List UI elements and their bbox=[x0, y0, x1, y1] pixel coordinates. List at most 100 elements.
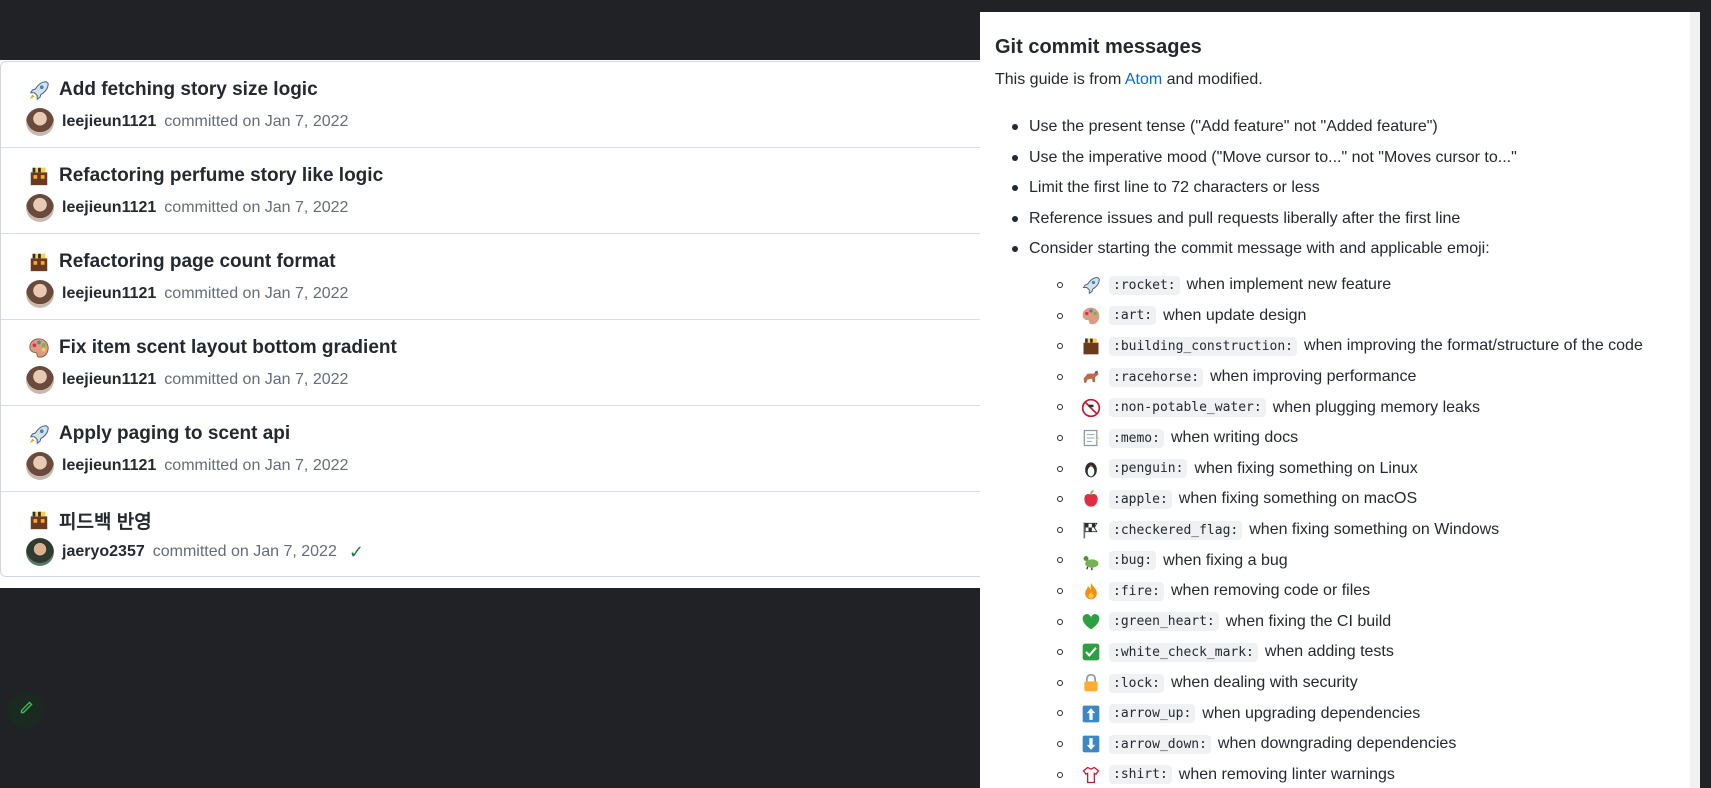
author-link[interactable]: leejieun1121 bbox=[62, 371, 156, 389]
commit-date: committed on Jan 7, 2022 bbox=[164, 457, 349, 474]
emoji-item: :rocket: when implement new feature bbox=[995, 270, 1643, 301]
author-link[interactable]: leejieun1121 bbox=[62, 199, 156, 217]
avatar[interactable] bbox=[26, 452, 54, 480]
rules-list: Use the present tense ("Add feature" not… bbox=[995, 112, 1517, 265]
commit-meta: leejieun1121 committed on Jan 7, 2022 bbox=[26, 108, 348, 136]
commit-title-row: 피드백 반영 bbox=[26, 506, 152, 534]
rocket-icon bbox=[1080, 274, 1102, 296]
emoji-code: :lock: bbox=[1109, 673, 1164, 693]
commit-title-row: Refactoring page count format bbox=[26, 248, 336, 276]
author-link[interactable]: leejieun1121 bbox=[62, 285, 156, 303]
emoji-code: :checkered_flag: bbox=[1109, 520, 1243, 540]
emoji-desc: when fixing something on Windows bbox=[1249, 521, 1500, 539]
emoji-item: :bug: when fixing a bug bbox=[995, 545, 1643, 576]
fire-icon bbox=[1080, 580, 1102, 602]
commit-row: Add fetching story size logic leejieun11… bbox=[1, 62, 999, 148]
emoji-code: :penguin: bbox=[1109, 459, 1188, 479]
emoji-code: :art: bbox=[1109, 306, 1157, 326]
guide-intro: This guide is from Atom and modified. bbox=[995, 71, 1263, 89]
rule-item: Reference issues and pull requests liber… bbox=[995, 204, 1517, 235]
commit-date: committed on Jan 7, 2022 bbox=[152, 543, 337, 560]
emoji-desc: when fixing something on Linux bbox=[1194, 459, 1418, 477]
apple-icon bbox=[1080, 488, 1102, 510]
rocket-icon bbox=[26, 422, 51, 447]
scrollbar[interactable] bbox=[1690, 12, 1700, 788]
commit-message-link[interactable]: Apply paging to scent api bbox=[59, 423, 290, 445]
white-check-mark-icon bbox=[1080, 641, 1102, 663]
author-link[interactable]: jaeryo2357 bbox=[62, 543, 145, 561]
arrow-down-icon bbox=[1080, 733, 1102, 755]
emoji-code: :apple: bbox=[1109, 489, 1172, 509]
commit-date: committed on Jan 7, 2022 bbox=[164, 371, 349, 388]
bug-icon bbox=[1080, 550, 1102, 572]
non-potable-water-icon bbox=[1080, 397, 1102, 419]
commit-row: Refactoring perfume story like logic lee… bbox=[1, 148, 999, 234]
commit-title-row: Refactoring perfume story like logic bbox=[26, 162, 383, 190]
commit-row: Refactoring page count format leejieun11… bbox=[1, 234, 999, 320]
emoji-code: :building_construction: bbox=[1109, 336, 1298, 356]
commit-title-row: Fix item scent layout bottom gradient bbox=[26, 334, 397, 362]
atom-link[interactable]: Atom bbox=[1125, 71, 1162, 88]
edit-button[interactable] bbox=[8, 692, 44, 728]
commit-date: committed on Jan 7, 2022 bbox=[164, 113, 349, 130]
emoji-code: :arrow_up: bbox=[1109, 704, 1196, 724]
avatar[interactable] bbox=[26, 280, 54, 308]
emoji-code: :white_check_mark: bbox=[1109, 642, 1258, 662]
emoji-item: :penguin: when fixing something on Linux bbox=[995, 454, 1643, 485]
emoji-desc: when fixing a bug bbox=[1163, 551, 1288, 569]
commit-message-link[interactable]: Add fetching story size logic bbox=[59, 79, 318, 101]
emoji-code: :racehorse: bbox=[1109, 367, 1204, 387]
green-heart-icon bbox=[1080, 611, 1102, 633]
commit-title-row: Apply paging to scent api bbox=[26, 420, 290, 448]
emoji-item: :memo: when writing docs bbox=[995, 423, 1643, 454]
penguin-icon bbox=[1080, 458, 1102, 480]
avatar[interactable] bbox=[26, 538, 54, 566]
emoji-item: :shirt: when removing linter warnings bbox=[995, 760, 1643, 788]
memo-icon bbox=[1080, 427, 1102, 449]
avatar[interactable] bbox=[26, 366, 54, 394]
emoji-item: :arrow_down: when downgrading dependenci… bbox=[995, 729, 1643, 760]
verified-check-icon[interactable]: ✓ bbox=[349, 542, 364, 563]
emoji-desc: when implement new feature bbox=[1186, 276, 1392, 294]
building-construction-icon bbox=[26, 508, 51, 533]
emoji-desc: when improving the format/structure of t… bbox=[1304, 337, 1643, 355]
emoji-code: :arrow_down: bbox=[1109, 734, 1211, 754]
author-link[interactable]: leejieun1121 bbox=[62, 113, 156, 131]
commit-list: Add fetching story size logic leejieun11… bbox=[0, 61, 1000, 577]
emoji-code: :fire: bbox=[1109, 581, 1164, 601]
avatar[interactable] bbox=[26, 194, 54, 222]
commit-row: Apply paging to scent api leejieun1121 c… bbox=[1, 406, 999, 492]
commit-message-link[interactable]: 피드백 반영 bbox=[59, 507, 152, 534]
emoji-item: :white_check_mark: when adding tests bbox=[995, 637, 1643, 668]
rule-item: Consider starting the commit message wit… bbox=[995, 234, 1517, 265]
emoji-desc: when dealing with security bbox=[1170, 674, 1358, 692]
arrow-up-icon bbox=[1080, 703, 1102, 725]
commit-title-row: Add fetching story size logic bbox=[26, 76, 318, 104]
avatar[interactable] bbox=[26, 108, 54, 136]
commit-message-link[interactable]: Refactoring perfume story like logic bbox=[59, 165, 383, 187]
commit-date: committed on Jan 7, 2022 bbox=[164, 285, 349, 302]
commit-meta: jaeryo2357 committed on Jan 7, 2022 ✓ bbox=[26, 538, 364, 566]
commit-date: committed on Jan 7, 2022 bbox=[164, 199, 349, 216]
emoji-code: :green_heart: bbox=[1109, 612, 1219, 632]
lock-icon bbox=[1080, 672, 1102, 694]
emoji-item: :green_heart: when fixing the CI build bbox=[995, 607, 1643, 638]
rule-item: Use the imperative mood ("Move cursor to… bbox=[995, 143, 1517, 174]
emoji-item: :building_construction: when improving t… bbox=[995, 331, 1643, 362]
commit-message-link[interactable]: Refactoring page count format bbox=[59, 251, 336, 273]
author-link[interactable]: leejieun1121 bbox=[62, 457, 156, 475]
checkered-flag-icon bbox=[1080, 519, 1102, 541]
commit-meta: leejieun1121 committed on Jan 7, 2022 bbox=[26, 452, 348, 480]
emoji-desc: when removing code or files bbox=[1170, 582, 1371, 600]
shirt-icon bbox=[1080, 764, 1102, 786]
guide-title: Git commit messages bbox=[995, 36, 1202, 58]
emoji-code: :memo: bbox=[1109, 428, 1164, 448]
commit-meta: leejieun1121 committed on Jan 7, 2022 bbox=[26, 280, 348, 308]
emoji-item: :art: when update design bbox=[995, 301, 1643, 332]
commit-meta: leejieun1121 committed on Jan 7, 2022 bbox=[26, 366, 348, 394]
pencil-icon bbox=[18, 700, 34, 721]
commit-message-link[interactable]: Fix item scent layout bottom gradient bbox=[59, 337, 397, 359]
emoji-desc: when writing docs bbox=[1170, 429, 1299, 447]
building-construction-icon bbox=[26, 164, 51, 189]
emoji-item: :checkered_flag: when fixing something o… bbox=[995, 515, 1643, 546]
